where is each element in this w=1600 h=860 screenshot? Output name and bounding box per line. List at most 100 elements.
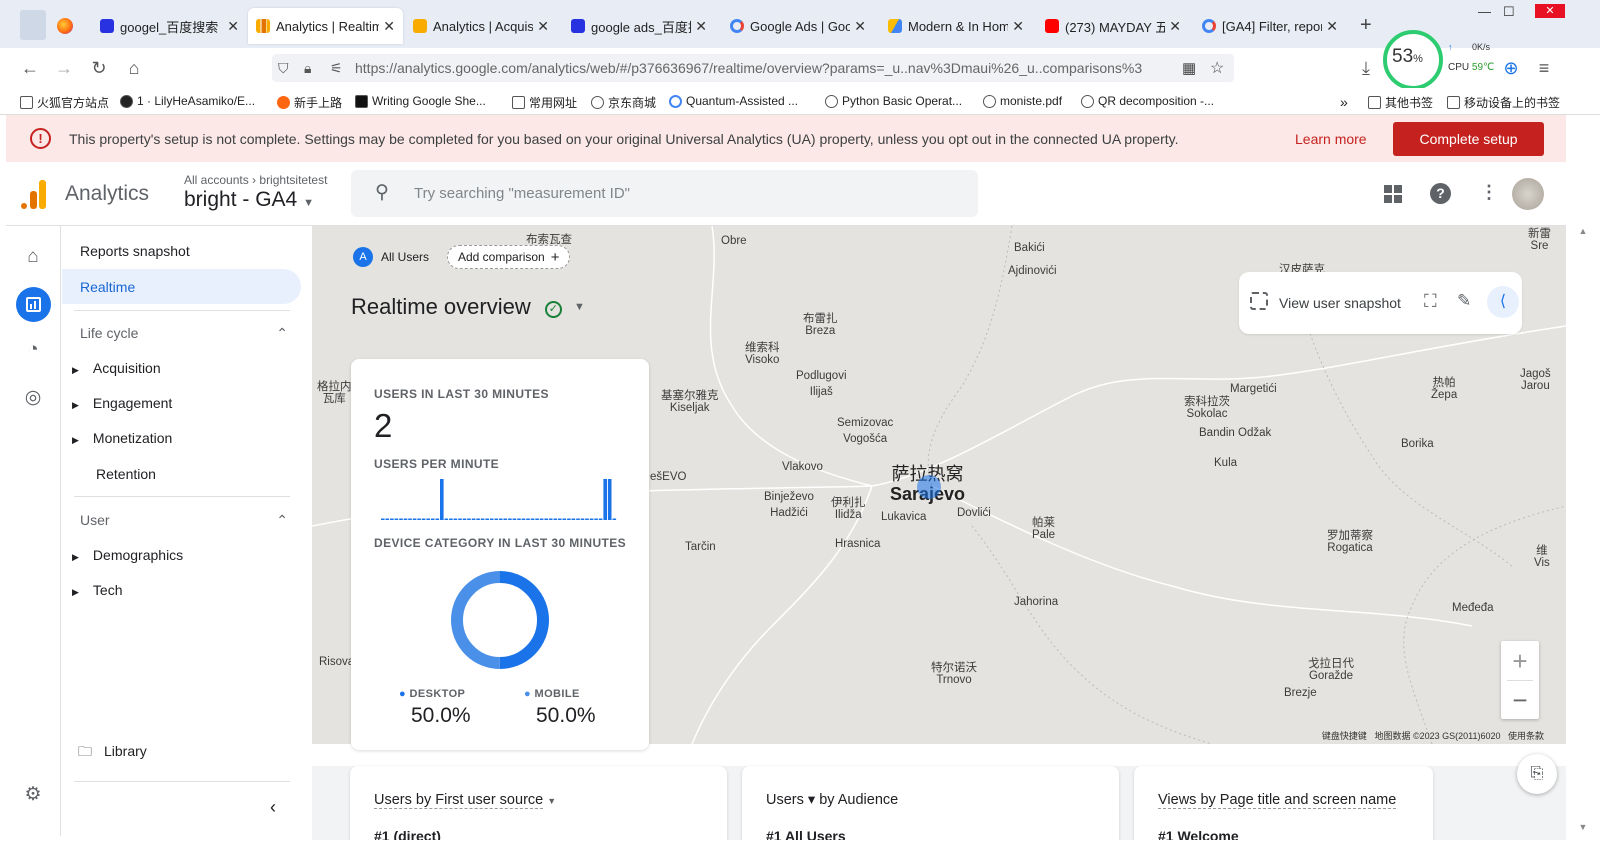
search-box[interactable]: ⚲ Try searching "measurement ID"	[351, 170, 978, 217]
back-icon[interactable]: ←	[19, 57, 41, 79]
complete-setup-button[interactable]: Complete setup	[1393, 122, 1544, 156]
more-vert-icon[interactable]: ⋮	[1480, 182, 1498, 203]
keyboard-shortcuts-link[interactable]: 键盘快捷键	[1322, 731, 1367, 741]
view-user-snapshot-button[interactable]: View user snapshot	[1279, 295, 1401, 311]
card-title[interactable]: Users ▾ by Audience	[766, 792, 898, 808]
avatar[interactable]	[1512, 178, 1544, 210]
close-icon[interactable]: ✕	[383, 18, 395, 35]
divider	[1507, 680, 1533, 681]
add-comparison-button[interactable]: Add comparison +	[447, 245, 571, 269]
bookmark-item[interactable]: 常用网址	[512, 94, 577, 111]
minimize-icon[interactable]: —	[1478, 4, 1491, 19]
url-bar[interactable]: ⛉ 🔒︎ ⚟ https://analytics.google.com/anal…	[272, 54, 1234, 82]
forward-icon[interactable]: →	[53, 57, 75, 79]
bookmark-item[interactable]: QR decomposition -...	[1081, 94, 1214, 108]
collapse-nav-icon[interactable]: ‹	[270, 797, 276, 818]
bookmark-item[interactable]: 1 · LilyHeAsamiko/E...	[120, 94, 255, 108]
user-location-marker[interactable]	[917, 475, 941, 499]
bookmarks-overflow-icon[interactable]: »	[1340, 94, 1348, 110]
tab-overview-icon[interactable]	[20, 10, 46, 40]
tab-google-ads[interactable]: Google Ads | Google ✕	[722, 9, 874, 43]
firefox-icon[interactable]	[57, 18, 73, 34]
advertising-nav-icon[interactable]: ◎	[21, 386, 45, 410]
settings-gear-icon[interactable]: ⚙	[21, 783, 45, 807]
card-title[interactable]: Views by Page title and screen name	[1158, 792, 1397, 809]
home-nav-icon[interactable]: ⌂	[21, 245, 45, 269]
home-icon[interactable]: ⌂	[123, 57, 145, 79]
qr-icon[interactable]: ▦	[1182, 59, 1196, 77]
extension-icon[interactable]: ⊕	[1500, 57, 1522, 79]
reports-nav-icon[interactable]	[16, 287, 51, 322]
nav-retention[interactable]: Retention	[96, 466, 156, 482]
product-name[interactable]: Analytics	[65, 182, 149, 206]
close-window-icon[interactable]: ✕	[1535, 4, 1565, 18]
tab-baidu-google-ads[interactable]: google ads_百度搜索 ✕	[563, 9, 715, 43]
nav-realtime[interactable]: Realtime	[62, 269, 301, 304]
bookmark-item[interactable]: Quantum-Assisted ...	[669, 94, 798, 108]
bookmark-item[interactable]: Writing Google She...	[355, 94, 486, 108]
tab-analytics-realtime[interactable]: Analytics | Realtime ✕	[248, 8, 403, 44]
tab-analytics-acquisition[interactable]: Analytics | Acquisition ✕	[405, 9, 557, 43]
zoom-out-icon[interactable]: −	[1501, 685, 1539, 716]
search-input[interactable]: Try searching "measurement ID"	[414, 185, 630, 202]
maximize-icon[interactable]: ☐	[1503, 4, 1515, 20]
tab-ga4-filter[interactable]: [GA4] Filter, report ✕	[1194, 9, 1346, 43]
learn-more-link[interactable]: Learn more	[1295, 131, 1367, 147]
customize-report-icon[interactable]: ✎	[1457, 291, 1471, 311]
nav-tech[interactable]: ▶ Tech	[72, 582, 123, 598]
nav-acquisition[interactable]: ▶ Acquisition	[72, 360, 161, 376]
bookmark-item[interactable]: moniste.pdf	[983, 94, 1062, 108]
nav-reports-snapshot[interactable]: Reports snapshot	[80, 243, 190, 259]
tab-modern-in-home[interactable]: Modern & In Home ✕	[880, 9, 1032, 43]
bookmark-item[interactable]: 火狐官方站点	[20, 94, 109, 111]
scroll-down-icon[interactable]: ▼	[1566, 822, 1600, 832]
permissions-icon[interactable]: ⚟	[330, 60, 343, 77]
zoom-in-icon[interactable]: +	[1501, 646, 1539, 677]
bookmark-star-icon[interactable]: ☆	[1210, 58, 1224, 78]
new-tab-icon[interactable]: +	[1360, 14, 1372, 37]
bookmark-item[interactable]: 移动设备上的书签	[1447, 94, 1560, 111]
close-icon[interactable]: ✕	[1326, 18, 1338, 35]
breadcrumb-account[interactable]: brightsitetest	[259, 173, 327, 187]
close-icon[interactable]: ✕	[695, 18, 707, 35]
nav-library[interactable]: 🗀 Library	[78, 741, 147, 765]
download-icon[interactable]: ⤓	[1355, 57, 1377, 79]
fullscreen-icon[interactable]: ⛶	[1424, 291, 1437, 312]
close-icon[interactable]: ✕	[537, 18, 549, 35]
bookmark-item[interactable]: 其他书签	[1368, 94, 1433, 111]
bookmark-item[interactable]: 京东商城	[591, 94, 656, 111]
apps-grid-icon[interactable]	[1384, 185, 1402, 203]
bookmark-item[interactable]: 新手上路	[277, 94, 342, 111]
terms-link[interactable]: 使用条款	[1508, 731, 1544, 741]
breadcrumb-all-accounts[interactable]: All accounts	[184, 173, 249, 187]
bookmark-item[interactable]: Python Basic Operat...	[825, 94, 962, 108]
property-selector[interactable]: bright - GA4 ▼	[184, 188, 314, 212]
all-users-chip[interactable]: A All Users	[351, 245, 437, 269]
lock-icon[interactable]: 🔒︎	[304, 60, 311, 77]
close-icon[interactable]: ✕	[227, 18, 239, 35]
section-lifecycle[interactable]: Life cycle ⌃	[80, 325, 292, 341]
share-icon[interactable]: ⟨	[1487, 286, 1519, 318]
section-user[interactable]: User ⌃	[80, 512, 292, 528]
card-title[interactable]: Users by First user source ▼	[374, 792, 556, 809]
shield-icon[interactable]: ⛉	[278, 60, 289, 77]
explore-nav-icon[interactable]: ◔	[21, 338, 45, 362]
help-icon[interactable]: ?	[1430, 183, 1451, 204]
nav-engagement[interactable]: ▶ Engagement	[72, 395, 172, 411]
url-text[interactable]: https://analytics.google.com/analytics/w…	[355, 60, 1185, 76]
close-icon[interactable]: ✕	[854, 18, 866, 35]
caret-down-icon[interactable]: ▼	[574, 301, 585, 313]
nav-demographics[interactable]: ▶ Demographics	[72, 547, 183, 563]
nav-monetization[interactable]: ▶ Monetization	[72, 430, 172, 446]
tab-baidu-googel[interactable]: googel_百度搜索 ✕	[92, 9, 247, 43]
close-icon[interactable]: ✕	[1012, 18, 1024, 35]
menu-icon[interactable]: ≡	[1533, 57, 1555, 79]
breadcrumb[interactable]: All accounts › brightsitetest	[184, 173, 327, 187]
reload-icon[interactable]: ↻	[88, 57, 110, 79]
page-scrollbar[interactable]: ▲ ▼	[1566, 226, 1600, 860]
analytics-logo-icon[interactable]	[21, 179, 47, 209]
feedback-button[interactable]: ⎘	[1517, 754, 1557, 794]
close-icon[interactable]: ✕	[1169, 18, 1181, 35]
scroll-up-icon[interactable]: ▲	[1566, 226, 1600, 236]
tab-youtube-mayday[interactable]: (273) MAYDAY 五月天 ✕	[1037, 9, 1189, 43]
